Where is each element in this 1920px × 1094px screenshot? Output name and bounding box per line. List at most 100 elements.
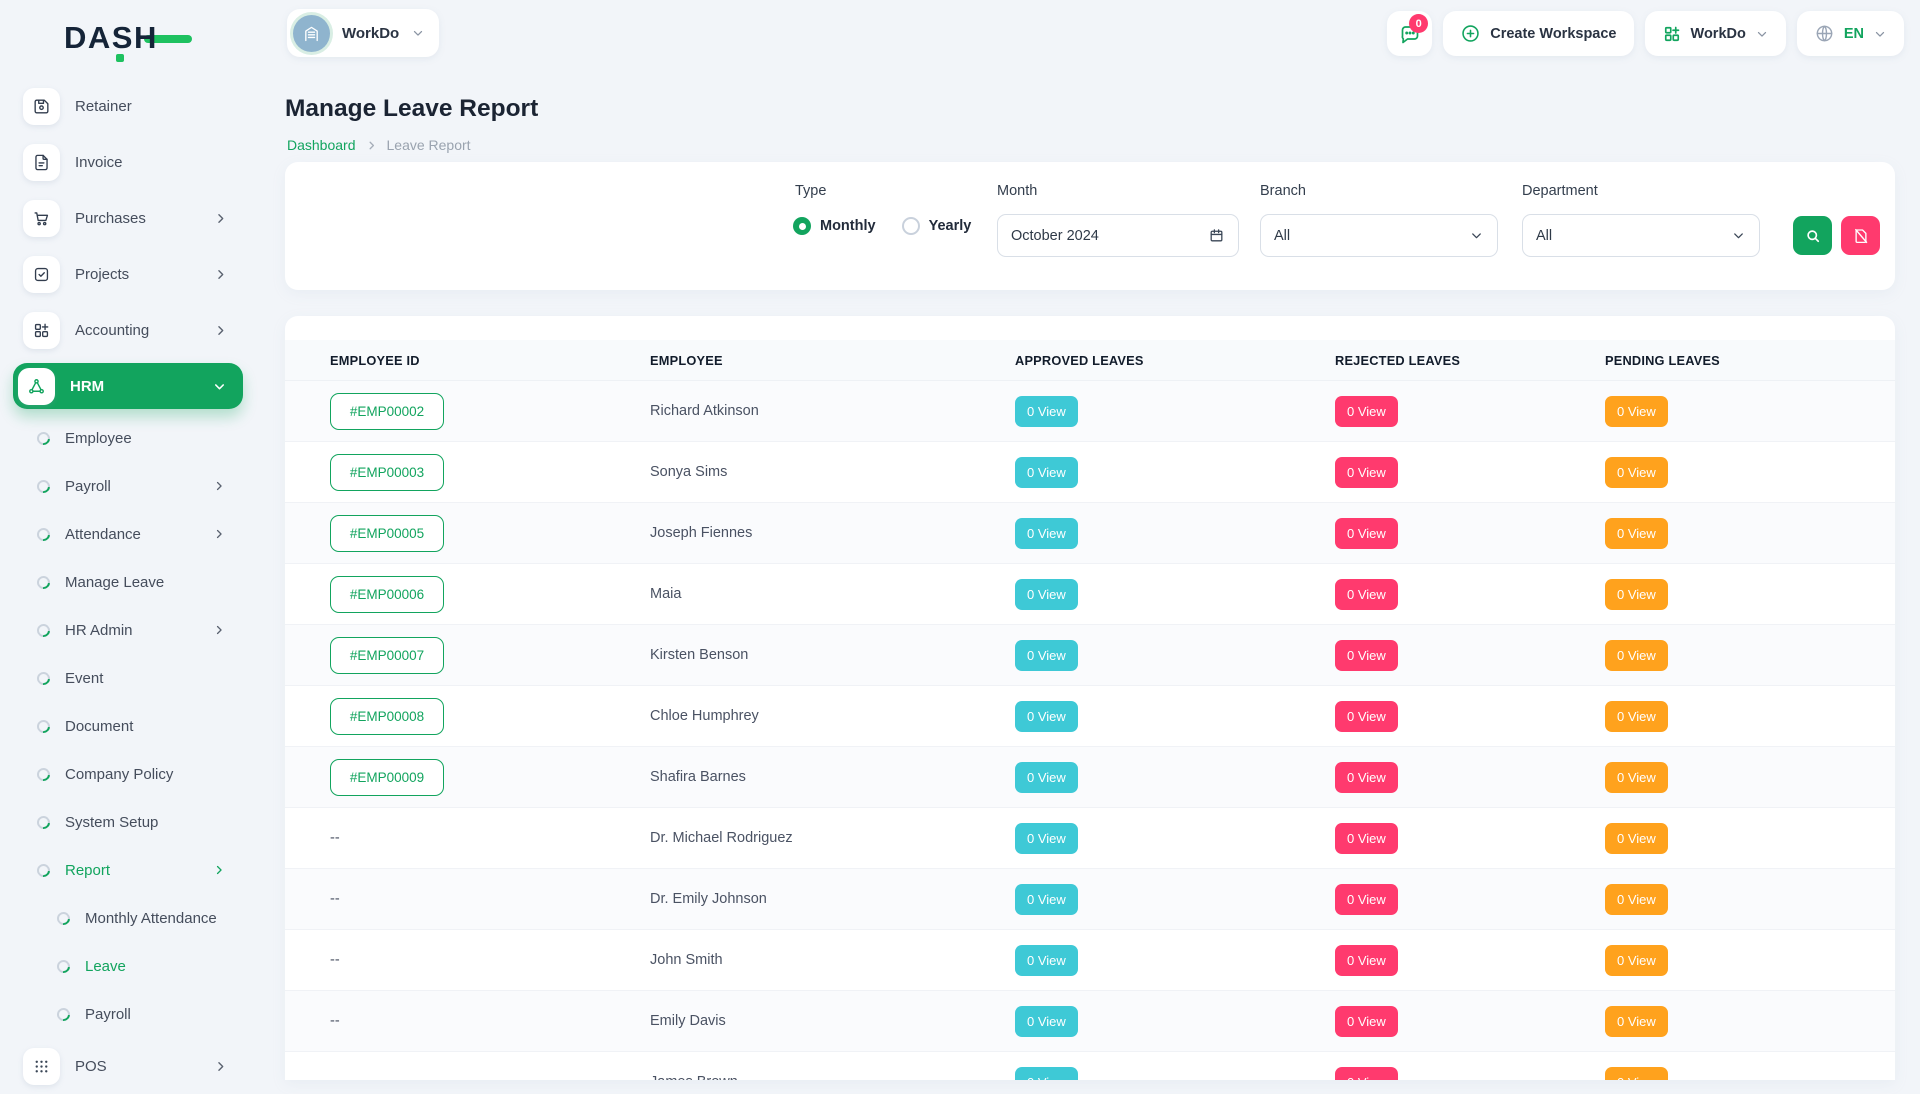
yearly-radio[interactable] bbox=[902, 217, 920, 235]
pending-leaves-badge[interactable]: 0 View bbox=[1605, 1067, 1668, 1081]
sidebar-item-document[interactable]: Document bbox=[0, 702, 256, 750]
pending-leaves-badge[interactable]: 0 View bbox=[1605, 579, 1668, 610]
chevron-right-icon bbox=[213, 1059, 228, 1074]
employee-id-link[interactable]: #EMP00007 bbox=[330, 637, 444, 674]
approved-leaves-badge[interactable]: 0 View bbox=[1015, 823, 1078, 854]
language-label: EN bbox=[1844, 26, 1864, 42]
messages-button[interactable]: 0 bbox=[1387, 11, 1432, 56]
pending-leaves-badge[interactable]: 0 View bbox=[1605, 701, 1668, 732]
rejected-leaves-badge[interactable]: 0 View bbox=[1335, 579, 1398, 610]
rejected-leaves-badge[interactable]: 0 View bbox=[1335, 945, 1398, 976]
rejected-leaves-badge[interactable]: 0 View bbox=[1335, 640, 1398, 671]
pending-leaves-badge[interactable]: 0 View bbox=[1605, 762, 1668, 793]
sidebar-item-system-setup[interactable]: System Setup bbox=[0, 798, 256, 846]
table-row: -- Emily Davis 0 View 0 View 0 View bbox=[285, 991, 1895, 1052]
language-selector[interactable]: EN bbox=[1797, 11, 1904, 56]
sidebar-item-pos[interactable]: POS bbox=[0, 1038, 256, 1094]
rejected-leaves-badge[interactable]: 0 View bbox=[1335, 518, 1398, 549]
sidebar-item-manage-leave[interactable]: Manage Leave bbox=[0, 558, 256, 606]
sidebar-item-retainer[interactable]: Retainer bbox=[0, 78, 256, 134]
employee-id-link[interactable]: #EMP00002 bbox=[330, 393, 444, 430]
rejected-leaves-badge[interactable]: 0 View bbox=[1335, 823, 1398, 854]
pending-leaves-badge[interactable]: 0 View bbox=[1605, 1006, 1668, 1037]
sidebar-item-report-payroll[interactable]: Payroll bbox=[0, 990, 256, 1038]
pending-leaves-badge[interactable]: 0 View bbox=[1605, 396, 1668, 427]
sidebar-item-payroll[interactable]: Payroll bbox=[0, 462, 256, 510]
grid-plus-icon bbox=[23, 312, 60, 349]
monthly-radio[interactable] bbox=[793, 217, 811, 235]
approved-leaves-badge[interactable]: 0 View bbox=[1015, 457, 1078, 488]
month-input[interactable]: October 2024 bbox=[997, 214, 1239, 257]
rejected-leaves-badge[interactable]: 0 View bbox=[1335, 1067, 1398, 1081]
sidebar-item-company-policy[interactable]: Company Policy bbox=[0, 750, 256, 798]
chevron-right-icon bbox=[365, 139, 378, 152]
sidebar-item-projects[interactable]: Projects bbox=[0, 246, 256, 302]
employee-id-link[interactable]: #EMP00008 bbox=[330, 698, 444, 735]
approved-leaves-badge[interactable]: 0 View bbox=[1015, 701, 1078, 732]
messages-count-badge: 0 bbox=[1409, 14, 1428, 33]
pending-leaves-badge[interactable]: 0 View bbox=[1605, 884, 1668, 915]
approved-leaves-badge[interactable]: 0 View bbox=[1015, 396, 1078, 427]
sidebar-item-leave[interactable]: Leave bbox=[0, 942, 256, 990]
yearly-radio-label[interactable]: Yearly bbox=[929, 218, 972, 234]
pending-leaves-badge[interactable]: 0 View bbox=[1605, 945, 1668, 976]
logo-area: DASH bbox=[0, 0, 256, 78]
employee-id-link[interactable]: #EMP00005 bbox=[330, 515, 444, 552]
breadcrumb-dashboard-link[interactable]: Dashboard bbox=[287, 137, 356, 153]
rejected-leaves-badge[interactable]: 0 View bbox=[1335, 396, 1398, 427]
employee-name: Dr. Emily Johnson bbox=[650, 891, 1015, 907]
sidebar-item-label: Retainer bbox=[75, 98, 132, 115]
approved-leaves-badge[interactable]: 0 View bbox=[1015, 884, 1078, 915]
rejected-leaves-badge[interactable]: 0 View bbox=[1335, 762, 1398, 793]
sidebar-item-employee[interactable]: Employee bbox=[0, 414, 256, 462]
approved-leaves-badge[interactable]: 0 View bbox=[1015, 762, 1078, 793]
sidebar-item-accounting[interactable]: Accounting bbox=[0, 302, 256, 358]
sidebar-item-hr-admin[interactable]: HR Admin bbox=[0, 606, 256, 654]
sidebar-subitem-label: System Setup bbox=[65, 814, 158, 831]
pending-leaves-badge[interactable]: 0 View bbox=[1605, 640, 1668, 671]
sidebar-item-monthly-attendance[interactable]: Monthly Attendance bbox=[0, 894, 256, 942]
sidebar-item-purchases[interactable]: Purchases bbox=[0, 190, 256, 246]
employee-id-link[interactable]: #EMP00003 bbox=[330, 454, 444, 491]
employee-id-link[interactable]: #EMP00009 bbox=[330, 759, 444, 796]
branch-filter-label: Branch bbox=[1260, 183, 1306, 199]
column-header-employee-id: EMPLOYEE ID bbox=[330, 353, 650, 368]
sidebar-item-report[interactable]: Report bbox=[0, 846, 256, 894]
branch-value: All bbox=[1274, 228, 1290, 244]
bullet-icon bbox=[34, 717, 52, 735]
pending-leaves-badge[interactable]: 0 View bbox=[1605, 457, 1668, 488]
rejected-leaves-badge[interactable]: 0 View bbox=[1335, 1006, 1398, 1037]
approved-leaves-badge[interactable]: 0 View bbox=[1015, 640, 1078, 671]
workdo-menu-button[interactable]: WorkDo bbox=[1645, 11, 1786, 56]
filter-actions bbox=[1793, 216, 1880, 255]
employee-id-link[interactable]: #EMP00006 bbox=[330, 576, 444, 613]
approved-leaves-badge[interactable]: 0 View bbox=[1015, 945, 1078, 976]
pending-leaves-badge[interactable]: 0 View bbox=[1605, 823, 1668, 854]
rejected-leaves-badge[interactable]: 0 View bbox=[1335, 884, 1398, 915]
approved-leaves-badge[interactable]: 0 View bbox=[1015, 518, 1078, 549]
rejected-leaves-badge[interactable]: 0 View bbox=[1335, 701, 1398, 732]
approved-leaves-badge[interactable]: 0 View bbox=[1015, 1006, 1078, 1037]
plus-circle-icon bbox=[1460, 23, 1481, 44]
employee-name: Dr. Michael Rodriguez bbox=[650, 830, 1015, 846]
sidebar-item-event[interactable]: Event bbox=[0, 654, 256, 702]
department-select[interactable]: All bbox=[1522, 214, 1760, 257]
approved-leaves-badge[interactable]: 0 View bbox=[1015, 1067, 1078, 1081]
sidebar-item-hrm[interactable]: HRM bbox=[13, 363, 243, 409]
sidebar-item-attendance[interactable]: Attendance bbox=[0, 510, 256, 558]
workspace-selector[interactable]: WorkDo bbox=[287, 9, 439, 57]
rejected-leaves-badge[interactable]: 0 View bbox=[1335, 457, 1398, 488]
table-body: #EMP00002 Richard Atkinson 0 View 0 View… bbox=[285, 381, 1895, 1080]
approved-leaves-badge[interactable]: 0 View bbox=[1015, 579, 1078, 610]
app-logo[interactable]: DASH bbox=[64, 20, 192, 56]
reset-button[interactable] bbox=[1841, 216, 1880, 255]
branch-select[interactable]: All bbox=[1260, 214, 1498, 257]
monthly-radio-label[interactable]: Monthly bbox=[820, 218, 876, 234]
chevron-down-icon bbox=[1755, 27, 1769, 41]
workspace-avatar bbox=[293, 15, 330, 52]
sidebar-item-invoice[interactable]: Invoice bbox=[0, 134, 256, 190]
create-workspace-button[interactable]: Create Workspace bbox=[1443, 11, 1633, 56]
pending-leaves-badge[interactable]: 0 View bbox=[1605, 518, 1668, 549]
leave-report-table: EMPLOYEE ID EMPLOYEE APPROVED LEAVES REJ… bbox=[285, 316, 1895, 1080]
search-button[interactable] bbox=[1793, 216, 1832, 255]
